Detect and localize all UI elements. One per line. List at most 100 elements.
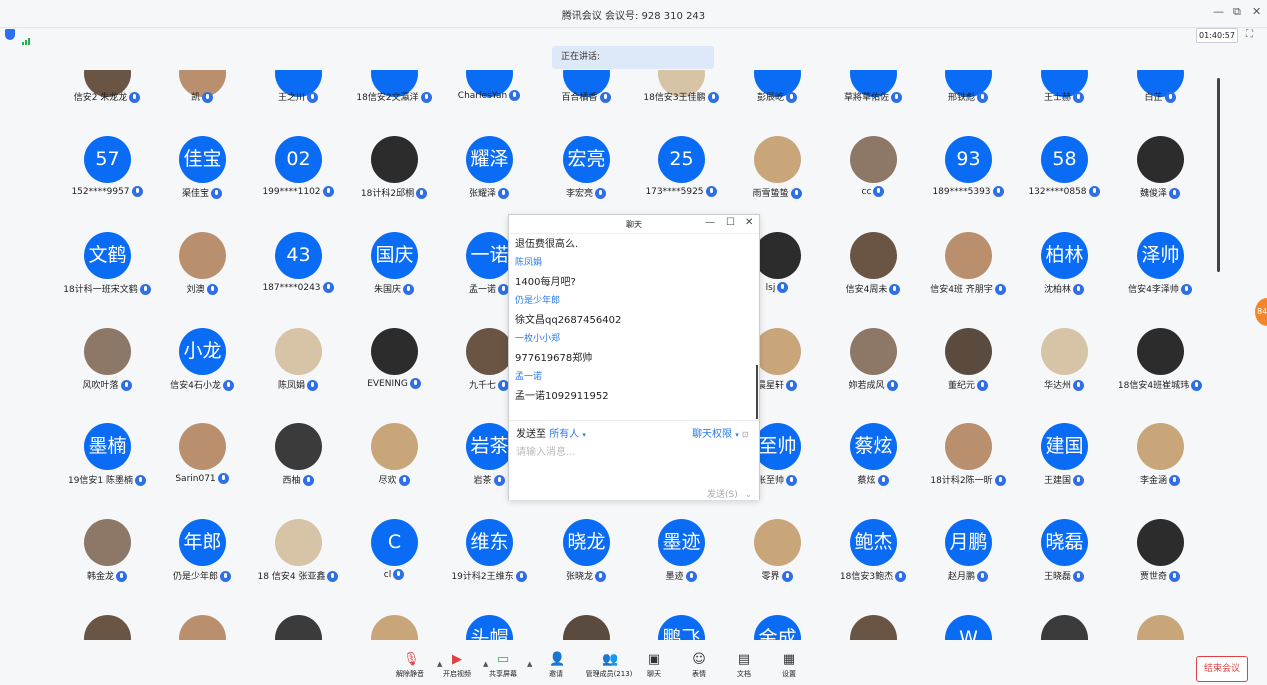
participant-avatar: 鹏飞 <box>658 615 705 640</box>
send-button-label[interactable]: 发送(S) <box>707 490 738 500</box>
fullscreen-icon[interactable]: ⛶ <box>1246 29 1253 40</box>
toolbar-chevron-icon[interactable]: ▲ <box>527 660 532 668</box>
toolbar-members-button[interactable]: 👥 管理成员(213) <box>579 653 639 679</box>
chat-message: 退伍费很高么. <box>515 239 579 250</box>
participant-avatar <box>754 232 801 279</box>
mic-icon <box>685 571 697 582</box>
chat-minimize-icon[interactable]: — <box>705 217 715 228</box>
title-bar: 腾讯会议 会议号: 928 310 243 — ⧉ ✕ <box>0 0 1267 28</box>
floating-badge[interactable]: 84 <box>1255 298 1267 326</box>
mic-icon <box>1180 284 1192 295</box>
toolbar-label: 文档 <box>737 670 751 678</box>
mic-icon <box>1073 571 1084 582</box>
participant-name: 尽欢 <box>378 476 397 486</box>
toolbar-document-button[interactable]: ▤ 文档 <box>721 653 767 679</box>
participant-name: 18计科一班宋文鹤 <box>63 285 138 295</box>
mic-icon <box>786 92 797 103</box>
toolbar-chevron-icon[interactable]: ▲ <box>483 660 488 668</box>
chat-permission-label[interactable]: 聊天权限 <box>692 429 732 440</box>
participant-name: 墨迹 <box>665 572 684 582</box>
mic-muted-icon: 🎙 <box>403 652 420 667</box>
participant-name: 199****1102 <box>262 187 321 197</box>
emoji-icon: ☺ <box>692 652 706 667</box>
participant-name: 渠佳宝 <box>181 189 209 199</box>
chat-close-icon[interactable]: ✕ <box>745 217 753 228</box>
chat-scrollbar[interactable] <box>756 365 758 419</box>
participant-name: 18 信安4 张亚鑫 <box>257 572 326 582</box>
toolbar-chat-button[interactable]: ▣ 聊天 <box>631 653 677 679</box>
signal-icon[interactable] <box>22 31 31 45</box>
chat-sender: 一枚小小郑 <box>515 334 561 344</box>
participant-name-row: 李金涵 <box>1090 473 1210 486</box>
end-meeting-button[interactable]: 结束会议 <box>1196 656 1248 682</box>
participant-name: 贾世奇 <box>1139 572 1167 582</box>
participant-avatar <box>945 423 992 470</box>
mic-icon <box>217 473 229 484</box>
participant-avatar: 柏林 <box>1041 232 1088 279</box>
toolbar-settings-button[interactable]: ▦ 设置 <box>766 653 812 679</box>
send-to-chevron-icon[interactable]: ▾ <box>582 431 586 439</box>
document-icon: ▤ <box>737 652 751 667</box>
participant-avatar <box>1137 519 1184 566</box>
restore-icon[interactable]: ⧉ <box>1233 5 1241 19</box>
participant-name: 信安4周未 <box>845 285 888 295</box>
participant-avatar <box>179 423 226 470</box>
chat-input[interactable]: 请输入消息... <box>516 443 576 458</box>
participant-name: Sarin071 <box>175 474 216 484</box>
mic-icon <box>886 380 898 391</box>
participant-avatar <box>1137 615 1184 640</box>
toolbar-label: 解除静音 <box>396 670 424 678</box>
mic-icon <box>1169 475 1180 486</box>
chat-header: 聊天 — ☐ ✕ <box>509 215 759 234</box>
participant-name: 19信安1 陈墨楠 <box>67 476 134 486</box>
participant-name: 邢铁彪 <box>947 93 975 103</box>
send-button[interactable]: 发送(S) ⌄ <box>707 487 752 500</box>
participant-name-row: 信安4李泽帅 <box>1090 282 1210 295</box>
participant-avatar <box>945 328 992 375</box>
participant-name: 草將草佑佐 <box>843 93 889 103</box>
participant-avatar: 头帽 <box>466 615 513 640</box>
toolbar-emoji-button[interactable]: ☺ 表情 <box>676 653 722 679</box>
participant-avatar: 墨楠 <box>84 423 131 470</box>
mic-icon <box>403 284 414 295</box>
participant-name: 信安4石小龙 <box>170 381 221 391</box>
participant-name-row: 贾世奇 <box>1090 569 1210 582</box>
send-to-select[interactable]: 所有人 <box>549 429 579 440</box>
shield-icon[interactable] <box>5 29 15 40</box>
toolbar-chevron-icon[interactable]: ▲ <box>437 660 442 668</box>
minimize-icon[interactable]: — <box>1213 5 1224 18</box>
participant-avatar <box>371 328 418 375</box>
participant-name: 白芷 <box>1144 93 1163 103</box>
mic-icon <box>307 92 318 103</box>
participant-name-row: 18信安4班崔城玮 <box>1090 378 1210 391</box>
grid-scrollbar[interactable] <box>1217 78 1220 272</box>
chat-maximize-icon[interactable]: ☐ <box>726 217 735 228</box>
chat-permission[interactable]: 聊天权限 ▾ ⊡ <box>692 425 749 440</box>
close-icon[interactable]: ✕ <box>1252 5 1261 18</box>
send-options-chevron-icon[interactable]: ⌄ <box>745 490 753 500</box>
participant-name: CharlesYan <box>457 91 508 101</box>
toolbar-mic-muted-button[interactable]: 🎙 解除静音 <box>387 653 433 679</box>
participant-avatar: 宏亮 <box>563 136 610 183</box>
participant-name: 187****0243 <box>262 283 321 293</box>
participant-avatar: C <box>371 519 418 566</box>
participant-name: 张晓龙 <box>565 572 593 582</box>
participant-name: 18计科2陈一昕 <box>930 476 993 486</box>
mic-icon <box>790 188 802 199</box>
meeting-title: 腾讯会议 会议号: 928 310 243 <box>561 11 706 22</box>
mic-icon <box>398 475 410 486</box>
chat-message: 977619678郑帅 <box>515 353 593 364</box>
participant-avatar <box>275 328 322 375</box>
toolbar-invite-button[interactable]: 👤 邀请 <box>533 653 579 679</box>
participant-name: 189****5393 <box>932 187 991 197</box>
participant-avatar: 佳宝 <box>179 136 226 183</box>
mic-icon <box>302 475 314 486</box>
screenshot-icon[interactable]: ⊡ <box>742 430 749 439</box>
mic-icon <box>786 475 797 486</box>
permission-chevron-icon[interactable]: ▾ <box>735 431 739 439</box>
participant-name: 李宏亮 <box>565 189 593 199</box>
toolbar-label: 表情 <box>692 670 706 678</box>
participant-name: 张耀泽 <box>468 189 496 199</box>
send-to[interactable]: 发送至 所有人 ▾ <box>516 425 586 440</box>
participant-name: 152****9957 <box>71 187 130 197</box>
